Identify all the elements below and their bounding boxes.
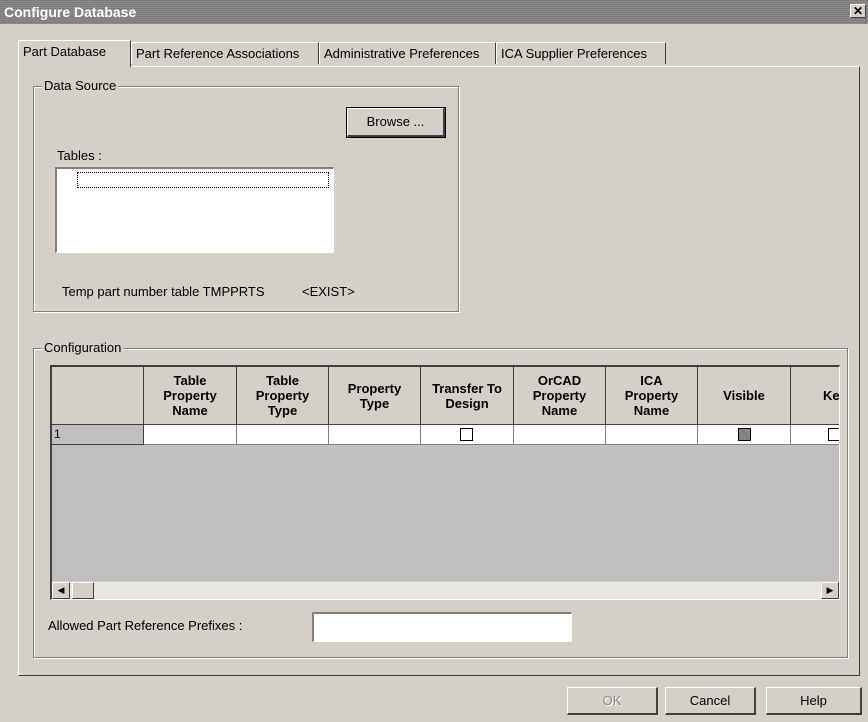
col-header-visible[interactable]: Visible [698,367,791,425]
tables-label: Tables : [57,148,102,163]
visible-checkbox[interactable] [738,428,751,441]
grid-corner-header [52,367,144,425]
scroll-right-icon[interactable]: ▶ [821,582,839,599]
tab-ica-supplier-preferences[interactable]: ICA Supplier Preferences [496,42,666,64]
configuration-grid[interactable]: Table Property Name Table Property Type … [50,365,840,600]
tab-administrative-preferences[interactable]: Administrative Preferences [319,42,496,64]
close-icon[interactable]: ✕ [850,4,866,18]
configuration-label: Configuration [42,340,124,355]
exist-status: <EXIST> [302,284,355,299]
prefixes-label: Allowed Part Reference Prefixes : [48,618,243,633]
scroll-left-icon[interactable]: ◀ [52,582,70,599]
col-header-property-type[interactable]: Property Type [329,367,421,425]
cell-orcad-property-name[interactable] [514,425,606,445]
col-header-table-property-type[interactable]: Table Property Type [237,367,329,425]
cell-transfer-to-design[interactable] [421,425,514,445]
key-checkbox[interactable] [828,428,839,441]
transfer-to-design-checkbox[interactable] [460,428,473,441]
tab-part-database[interactable]: Part Database [18,40,131,67]
col-header-orcad-property-name[interactable]: OrCAD Property Name [514,367,606,425]
col-header-ica-property-name[interactable]: ICA Property Name [606,367,698,425]
data-source-label: Data Source [42,78,119,93]
col-header-transfer-to-design[interactable]: Transfer To Design [421,367,514,425]
horizontal-scrollbar[interactable]: ◀ ▶ [52,581,839,599]
cell-table-property-name[interactable] [144,425,237,445]
cell-table-property-type[interactable] [237,425,329,445]
configure-database-dialog: Configure Database ✕ Part Database Part … [0,0,868,722]
title-bar: Configure Database ✕ [0,0,868,24]
ok-button[interactable]: OK [567,687,658,715]
scroll-thumb[interactable] [72,582,94,599]
cell-key[interactable] [791,425,839,445]
cell-property-type[interactable] [329,425,421,445]
col-header-key[interactable]: Ke [791,367,839,425]
tab-part-reference-associations[interactable]: Part Reference Associations [131,42,319,64]
cell-ica-property-name[interactable] [606,425,698,445]
cell-visible[interactable] [698,425,791,445]
cancel-button[interactable]: Cancel [665,687,756,715]
tables-list[interactable] [55,167,334,253]
help-button[interactable]: Help [766,687,862,715]
prefixes-input[interactable] [312,612,572,642]
col-header-table-property-name[interactable]: Table Property Name [144,367,237,425]
row-header-1[interactable]: 1 [52,425,144,445]
tables-list-focus-item[interactable] [77,172,329,188]
window-title: Configure Database [4,4,137,20]
temp-table-text: Temp part number table TMPPRTS [62,284,265,299]
browse-button[interactable]: Browse ... [346,107,446,138]
